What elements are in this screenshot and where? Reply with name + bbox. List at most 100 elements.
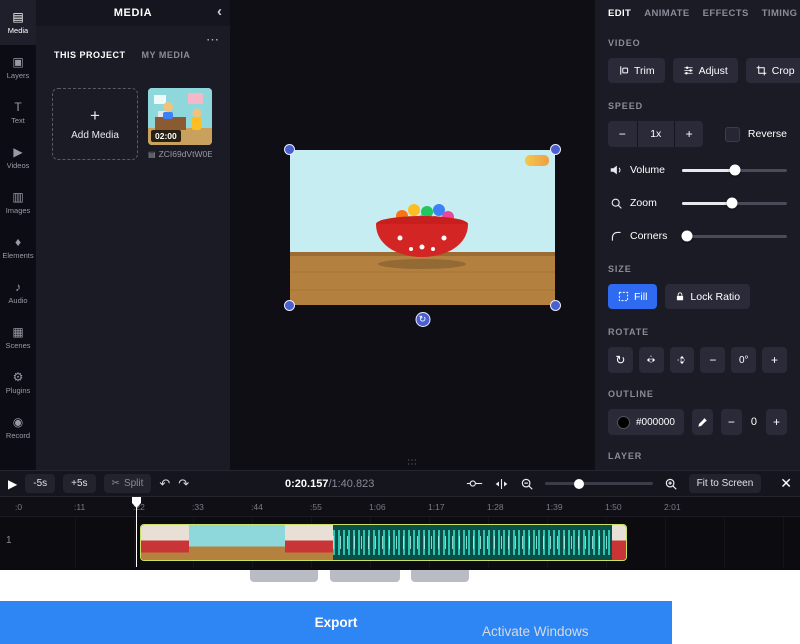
speed-controls: − 1x + Reverse — [608, 121, 787, 147]
videos-icon: ▶ — [13, 146, 22, 158]
sidebar-item-audio[interactable]: ♪ Audio — [0, 270, 36, 315]
zoom-in-icon[interactable] — [664, 477, 678, 491]
sidebar-item-text[interactable]: T Text — [0, 90, 36, 135]
ruler-tick: :11 — [74, 502, 133, 512]
timeline-settings-icon[interactable] — [466, 478, 483, 489]
sidebar-item-label: Scenes — [5, 341, 30, 350]
timeline-ruler[interactable]: :0 :11 :22 :33 :44 :55 1:06 1:17 1:28 1:… — [0, 497, 800, 517]
corners-slider[interactable] — [682, 235, 787, 238]
bowl-video-frame — [290, 150, 555, 305]
adjust-button[interactable]: Adjust — [673, 58, 738, 83]
rotate-decrease-button[interactable]: − — [700, 347, 725, 373]
zoom-slider[interactable] — [682, 202, 787, 205]
back-5s-button[interactable]: -5s — [25, 474, 55, 493]
sidebar-item-scenes[interactable]: ▦ Scenes — [0, 315, 36, 360]
video-preview[interactable]: ↻ — [290, 150, 555, 305]
split-button[interactable]: ✂ Split — [104, 474, 152, 493]
media-item[interactable]: 02:00 ▤ ZCI69dVtW0E (... — [148, 88, 212, 159]
speed-section-label: SPEED — [608, 101, 787, 113]
video-section-label: VIDEO — [608, 38, 787, 50]
redo-icon[interactable]: ↷ — [178, 476, 189, 492]
collapse-panel-icon[interactable]: ‹ — [217, 3, 222, 20]
sidebar-item-media[interactable]: ▤ Media — [0, 0, 36, 45]
slider-thumb[interactable] — [729, 165, 740, 176]
selection-handle-top-right[interactable] — [550, 144, 561, 155]
play-button[interactable]: ▶ — [8, 477, 17, 491]
video-clip[interactable] — [140, 524, 627, 561]
selection-handle-bottom-left[interactable] — [284, 300, 295, 311]
lock-ratio-label: Lock Ratio — [690, 291, 740, 303]
media-thumbnail[interactable]: 02:00 — [148, 88, 212, 145]
sidebar-item-images[interactable]: ▥ Images — [0, 180, 36, 225]
volume-slider[interactable] — [682, 169, 787, 172]
fit-to-screen-button[interactable]: Fit to Screen — [689, 474, 762, 493]
tab-this-project[interactable]: THIS PROJECT — [54, 50, 126, 60]
scissors-icon: ✂ — [112, 478, 120, 489]
speed-value: 1x — [638, 121, 674, 147]
snap-marker-icon[interactable] — [494, 478, 509, 490]
more-options-icon[interactable]: ⋯ — [206, 32, 220, 48]
add-media-button[interactable]: + Add Media — [52, 88, 138, 160]
outline-decrease-button[interactable]: − — [721, 409, 742, 435]
lock-ratio-button[interactable]: Lock Ratio — [665, 284, 750, 309]
selection-handle-top-left[interactable] — [284, 144, 295, 155]
forward-5s-button[interactable]: +5s — [63, 474, 95, 493]
add-media-label: Add Media — [71, 130, 119, 141]
volume-row: Volume — [608, 160, 787, 180]
corners-icon — [608, 230, 624, 243]
slider-thumb[interactable] — [574, 479, 584, 489]
plus-icon: + — [90, 107, 100, 124]
clip-thumbnail — [285, 525, 333, 560]
layers-icon: ▣ — [12, 56, 23, 68]
tab-edit[interactable]: EDIT — [608, 8, 631, 24]
speed-decrease-button[interactable]: − — [608, 121, 637, 147]
selection-handle-bottom-right[interactable] — [550, 300, 561, 311]
fill-icon — [618, 291, 629, 302]
size-section-label: SIZE — [608, 264, 787, 276]
slider-thumb[interactable] — [682, 231, 693, 242]
tab-my-media[interactable]: MY MEDIA — [142, 50, 191, 60]
media-panel: MEDIA ‹ ⋯ THIS PROJECT MY MEDIA + Add Me… — [36, 0, 230, 470]
sidebar-item-label: Layers — [7, 71, 30, 80]
close-icon[interactable]: ✕ — [780, 475, 792, 492]
sidebar-item-label: Media — [8, 26, 28, 35]
volume-icon — [608, 163, 624, 177]
sidebar-item-record[interactable]: ◉ Record — [0, 405, 36, 450]
trim-button[interactable]: Trim — [608, 58, 665, 83]
playhead[interactable] — [136, 497, 137, 567]
inspector-tabs: EDIT ANIMATE EFFECTS TIMING — [608, 8, 787, 24]
sidebar-item-layers[interactable]: ▣ Layers — [0, 45, 36, 90]
tab-animate[interactable]: ANIMATE — [644, 8, 689, 24]
timeline-zoom-slider[interactable] — [545, 482, 653, 485]
media-panel-tabs: THIS PROJECT MY MEDIA — [36, 26, 230, 60]
crop-button[interactable]: Crop — [746, 58, 800, 83]
fill-button[interactable]: Fill — [608, 284, 657, 309]
track-number-label: 1 — [6, 535, 12, 546]
eyedropper-icon[interactable] — [692, 409, 713, 435]
rotate-90-icon[interactable]: ↻ — [608, 347, 633, 373]
undo-icon[interactable]: ↶ — [159, 476, 170, 492]
rotate-handle-icon[interactable]: ↻ — [415, 312, 430, 327]
flip-horizontal-icon[interactable] — [639, 347, 664, 373]
panel-resize-grip-icon[interactable]: ⋯⋯ — [407, 459, 418, 467]
speed-increase-button[interactable]: + — [675, 121, 704, 147]
zoom-row: Zoom — [608, 193, 787, 213]
outline-color-picker[interactable]: #000000 — [608, 409, 684, 435]
plugins-icon: ⚙ — [13, 371, 24, 383]
adjust-icon — [683, 65, 694, 76]
slider-thumb[interactable] — [727, 198, 738, 209]
flip-vertical-icon[interactable] — [670, 347, 695, 373]
sidebar-item-videos[interactable]: ▶ Videos — [0, 135, 36, 180]
reverse-checkbox[interactable] — [725, 127, 739, 142]
rotate-increase-button[interactable]: + — [762, 347, 787, 373]
outline-increase-button[interactable]: + — [766, 409, 787, 435]
tab-timing[interactable]: TIMING — [762, 8, 798, 24]
sidebar-item-elements[interactable]: ♦ Elements — [0, 225, 36, 270]
video-editor-app: ▤ Media ▣ Layers T Text ▶ Videos ▥ Image… — [0, 0, 800, 644]
ruler-tick: 2:01 — [664, 502, 723, 512]
preview-canvas[interactable]: ↻ ⋯⋯ — [230, 0, 595, 470]
tab-effects[interactable]: EFFECTS — [703, 8, 749, 24]
sidebar-item-plugins[interactable]: ⚙ Plugins — [0, 360, 36, 405]
zoom-out-icon[interactable] — [520, 477, 534, 491]
track-area[interactable]: 1 — [0, 517, 800, 568]
